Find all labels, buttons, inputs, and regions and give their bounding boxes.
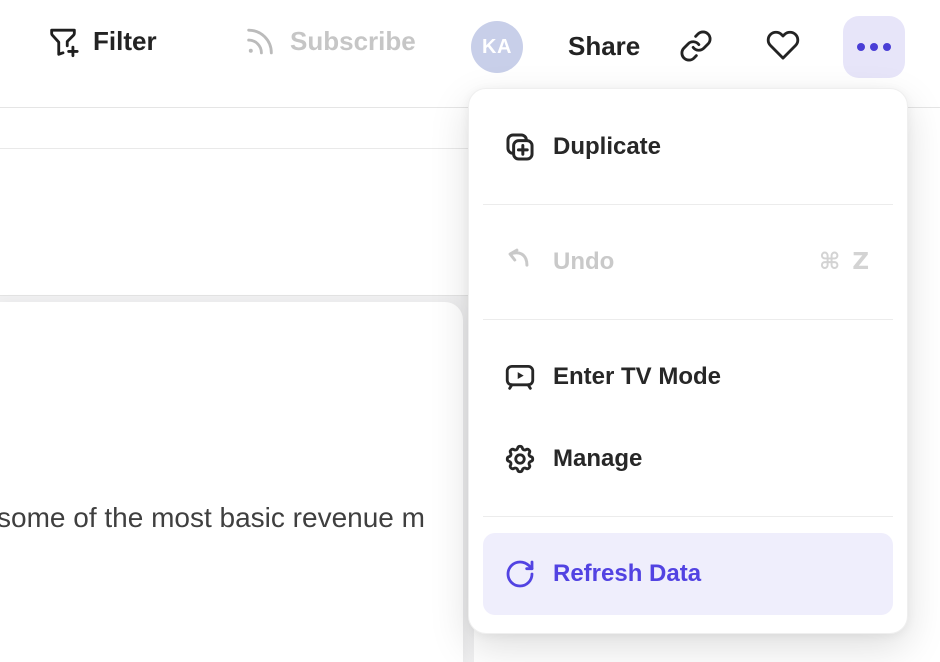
menu-divider (483, 516, 893, 517)
filter-label: Filter (93, 26, 157, 57)
undo-icon (503, 245, 537, 279)
rss-icon (243, 24, 277, 58)
share-label: Share (568, 31, 640, 62)
refresh-icon (503, 557, 537, 591)
user-avatar[interactable]: KA (471, 21, 523, 73)
duplicate-icon (503, 130, 537, 164)
subscribe-button[interactable]: Subscribe (243, 24, 416, 58)
filter-plus-icon (46, 24, 80, 58)
menu-item-label: Undo (553, 248, 614, 276)
more-options-button[interactable] (843, 16, 905, 78)
tv-mode-icon (503, 360, 537, 394)
menu-item-undo[interactable]: Undo ⌘ Z (469, 221, 907, 303)
background-card-border (0, 295, 472, 296)
favorite-button[interactable] (766, 28, 800, 62)
keyboard-shortcut: ⌘ Z (819, 249, 871, 275)
filter-button[interactable]: Filter (46, 24, 157, 58)
gear-icon (503, 442, 537, 476)
dashboard-paragraph-fragment: some of the most basic revenue m (0, 502, 425, 534)
subscribe-label: Subscribe (290, 26, 416, 57)
menu-item-label: Refresh Data (553, 560, 701, 588)
menu-item-manage[interactable]: Manage (469, 418, 907, 500)
heart-icon (766, 28, 800, 62)
menu-item-enter-tv-mode[interactable]: Enter TV Mode (469, 336, 907, 418)
menu-item-label: Manage (553, 445, 642, 473)
menu-item-duplicate[interactable]: Duplicate (469, 106, 907, 188)
menu-divider (483, 319, 893, 320)
more-options-dropdown-menu: Duplicate Undo ⌘ Z Enter TV Mode (468, 88, 908, 634)
link-icon (679, 29, 713, 63)
ellipsis-icon (857, 43, 865, 51)
menu-divider (483, 204, 893, 205)
dashboard-text-card: some of the most basic revenue m (0, 302, 463, 662)
background-divider-line (0, 148, 472, 149)
share-button[interactable]: Share (568, 31, 640, 62)
menu-item-label: Enter TV Mode (553, 363, 721, 391)
menu-item-refresh-data[interactable]: Refresh Data (483, 533, 893, 615)
menu-item-label: Duplicate (553, 133, 661, 161)
copy-link-button[interactable] (679, 29, 713, 63)
